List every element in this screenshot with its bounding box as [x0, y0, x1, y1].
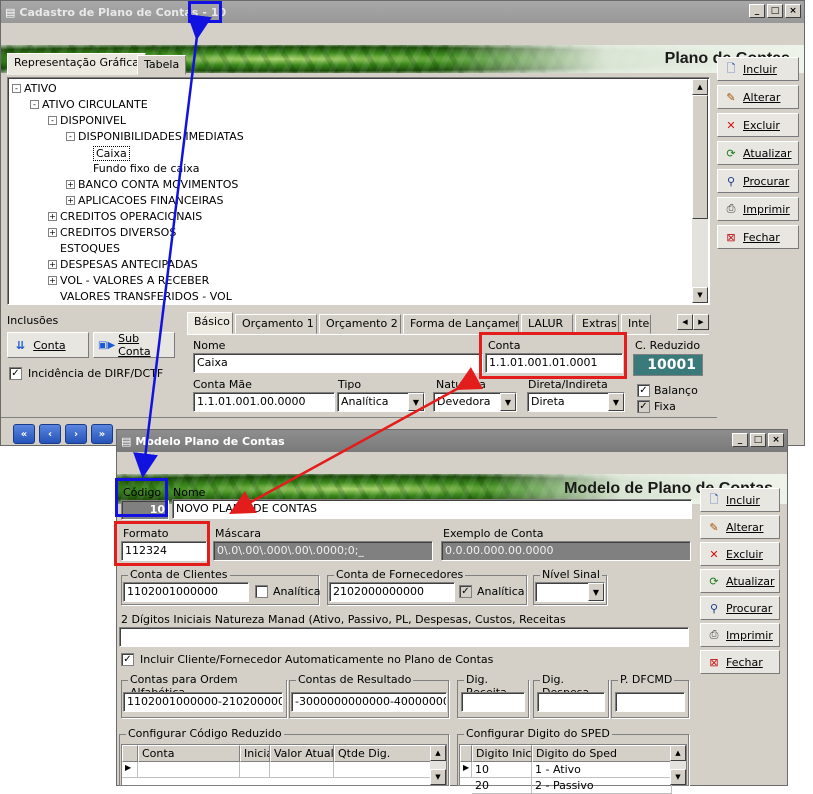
blue-arrow	[133, 14, 212, 479]
red-arrow	[229, 367, 483, 515]
annotation-arrows	[133, 14, 483, 515]
